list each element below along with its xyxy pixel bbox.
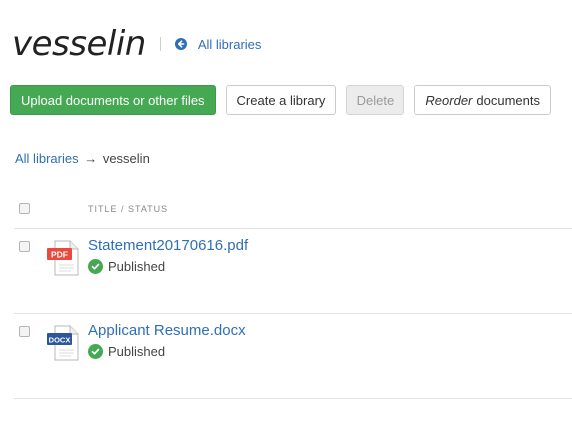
library-page: vesselin All libraries Upload documents … [0,0,572,426]
all-libraries-link[interactable]: All libraries [174,36,262,52]
page-title: vesselin [12,24,146,64]
document-title-link[interactable]: Statement20170616.pdf [88,237,248,254]
pdf-file-icon: PDF [47,240,81,281]
breadcrumb-all-libraries-link[interactable]: All libraries [15,151,79,166]
breadcrumb: All libraries → vesselin [15,151,150,166]
document-title-link[interactable]: Applicant Resume.docx [88,322,246,339]
reorder-label-rest: documents [476,92,540,108]
create-library-button[interactable]: Create a library [225,85,337,115]
page-header: vesselin All libraries [12,22,261,66]
status-badge: Published [88,259,165,274]
table-header: TITLE / STATUS [14,194,572,229]
delete-button[interactable]: Delete [346,85,405,115]
svg-text:DOCX: DOCX [49,335,71,344]
row-checkbox[interactable] [19,326,30,337]
all-libraries-link-label: All libraries [197,36,262,52]
toolbar: Upload documents or other files Create a… [10,85,551,115]
check-circle-icon [88,259,103,274]
status-badge: Published [88,344,165,359]
table-row: PDF Statement20170616.pdf Published [14,229,572,314]
reorder-documents-button[interactable]: Reorder documents [414,85,551,115]
breadcrumb-current: vesselin [102,151,150,166]
status-label: Published [108,344,166,359]
table-row: DOCX Applicant Resume.docx Published [14,314,572,399]
column-title-status: TITLE / STATUS [88,204,169,214]
breadcrumb-separator: → [84,151,98,166]
row-checkbox[interactable] [19,241,30,252]
svg-text:PDF: PDF [51,250,68,260]
arrow-left-circle-icon [174,38,187,50]
status-label: Published [108,259,166,274]
select-all-checkbox[interactable] [19,203,30,214]
upload-documents-button[interactable]: Upload documents or other files [10,85,216,115]
reorder-label-emphasis: Reorder [425,92,473,108]
docx-file-icon: DOCX [47,325,81,366]
documents-table: TITLE / STATUS PDF Statement20170616.pdf [14,194,572,399]
header-divider [159,37,161,51]
check-circle-icon [88,344,103,359]
